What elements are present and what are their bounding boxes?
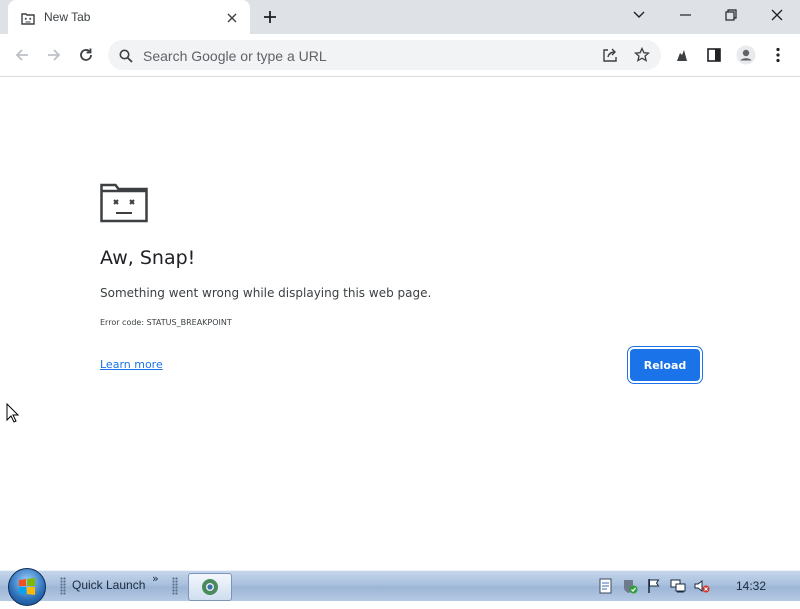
back-button[interactable] [8,41,36,69]
omnibox[interactable] [108,40,661,72]
page-content: Aw, Snap! Something went wrong while dis… [0,77,800,570]
forward-button[interactable] [40,41,68,69]
browser-toolbar [0,34,800,77]
chrome-app-icon [202,579,218,595]
taskbar-clock[interactable]: 14:32 [736,579,766,593]
tab-strip: New Tab [0,0,800,34]
taskbar: Quick Launch » 14:32 [0,568,800,606]
reload-page-button[interactable] [72,41,100,69]
search-icon [119,48,133,67]
error-title: Aw, Snap! [100,247,196,269]
notes-icon[interactable] [598,578,614,594]
address-input[interactable] [141,40,585,72]
toolbar-grip[interactable] [172,577,178,595]
start-button[interactable] [8,568,46,606]
taskbar-chrome-window[interactable] [188,573,232,601]
network-icon[interactable] [670,578,686,594]
flag-icon[interactable] [646,578,662,594]
side-panel-icon[interactable] [700,41,728,69]
new-tab-button[interactable] [258,6,282,28]
quick-launch-overflow-button[interactable]: » [152,572,159,585]
menu-icon[interactable] [764,41,792,69]
sad-tab-icon [21,10,35,25]
quick-launch-label: Quick Launch [72,578,146,592]
reload-button[interactable]: Reload [630,349,700,381]
tab-new-tab[interactable]: New Tab [8,0,250,34]
toolbar-grip[interactable] [60,577,66,595]
error-code: Error code: STATUS_BREAKPOINT [100,318,232,327]
learn-more-link[interactable]: Learn more [100,358,163,371]
tab-close-icon[interactable] [222,8,242,28]
sad-folder-icon [100,183,148,227]
mouse-pointer-icon [6,402,20,427]
security-shield-icon[interactable] [622,578,638,594]
minimize-button[interactable] [662,0,708,30]
error-message: Something went wrong while displaying th… [100,286,432,300]
share-icon[interactable] [598,43,622,67]
profile-icon[interactable] [732,41,760,69]
volume-muted-icon[interactable] [694,578,710,594]
restore-button[interactable] [708,0,754,30]
tab-search-button[interactable] [616,0,662,30]
bookmark-star-icon[interactable] [630,43,654,67]
window-close-button[interactable] [754,0,800,30]
extensions-icon[interactable] [668,41,696,69]
tab-title: New Tab [44,10,91,24]
